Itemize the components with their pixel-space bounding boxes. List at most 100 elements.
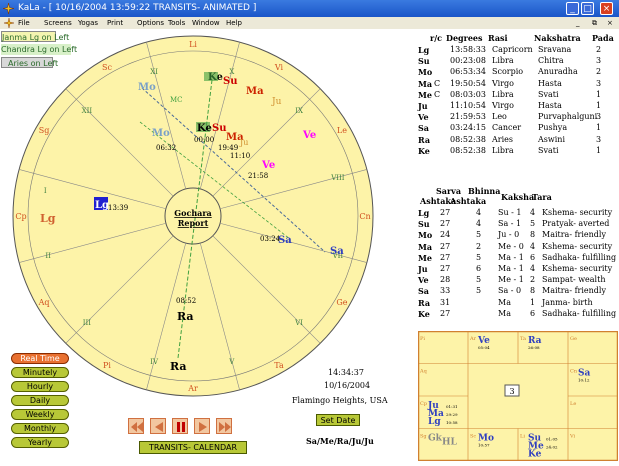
sign-label: Sc: [102, 63, 112, 72]
menu-file[interactable]: File: [18, 17, 30, 29]
ashtaka-cell: 4: [476, 208, 482, 217]
positions-cell: 2: [596, 45, 602, 54]
house-number: VI: [294, 319, 303, 327]
sign-label: Sg: [39, 126, 50, 135]
mdi-restore-button[interactable]: ⧉: [592, 17, 597, 29]
positions-cell: Virgo: [492, 101, 514, 110]
ashtaka-cell: Ma - 1: [498, 252, 524, 262]
natal-ke-highlight: [204, 72, 218, 81]
real-time-button[interactable]: Real Time: [11, 353, 69, 364]
hourly-button[interactable]: Hourly: [11, 381, 69, 392]
mdi-minimize-button[interactable]: _: [576, 17, 580, 29]
close-button[interactable]: ×: [600, 2, 613, 15]
positions-cell: Aswini: [538, 134, 565, 144]
transit-sa-time: 03:24: [260, 235, 281, 243]
positions-cell: 1: [596, 123, 602, 133]
house-number: XII: [82, 107, 93, 115]
ashtaka-subheader: Ashtaka: [450, 196, 487, 206]
house-number: I: [44, 187, 47, 195]
ashtaka-cell: 6: [530, 252, 536, 262]
transit-planet-ke: Ke: [197, 123, 212, 134]
gochara-label[interactable]: Gochara: [174, 208, 211, 218]
minimize-button[interactable]: _: [566, 2, 579, 15]
monthly-button[interactable]: Monthly: [11, 423, 69, 434]
positions-cell: Me: [418, 89, 432, 100]
positions-cell: Mo: [418, 67, 433, 78]
positions-cell: Hasta: [538, 101, 562, 110]
natal-planet-ve: Ve: [302, 130, 316, 141]
pause-button[interactable]: [172, 418, 188, 434]
square-sign-label: Vi: [569, 434, 576, 440]
ashtaka-cell: Ma - 1: [498, 264, 524, 273]
ashtaka-cell: Mo: [418, 230, 433, 241]
house-number: III: [83, 319, 92, 327]
document-icon[interactable]: [4, 18, 14, 28]
square-planet-degree: 10:57: [478, 443, 490, 448]
positions-cell: Scorpio: [492, 67, 524, 77]
positions-cell: 08:03:03: [450, 89, 486, 99]
menu-help[interactable]: Help: [226, 17, 242, 29]
transit-planet-ju: Ju: [239, 138, 248, 147]
ashtaka-cell: 27: [440, 308, 451, 318]
mc-label: MC: [170, 96, 183, 104]
fast-forward-button[interactable]: [216, 418, 232, 434]
positions-cell: Libra: [492, 89, 514, 99]
positions-cell: Hasta: [538, 78, 562, 88]
menu-print[interactable]: Print: [107, 17, 123, 29]
ashtaka-cell: 27: [440, 208, 451, 217]
house-number: IV: [150, 358, 159, 366]
ashtaka-header: Tara: [532, 192, 552, 202]
ashtaka-cell: 2: [476, 241, 482, 251]
positions-cell: Chitra: [538, 56, 564, 66]
transit-planet-mo: Mo: [152, 128, 170, 139]
positions-cell: 03:24:15: [450, 123, 486, 133]
maximize-button[interactable]: □: [581, 2, 594, 15]
natal-planet-ma: Ma: [246, 86, 264, 97]
positions-cell: Virgo: [492, 78, 514, 88]
minutely-button[interactable]: Minutely: [11, 367, 69, 378]
yearly-button[interactable]: Yearly: [11, 437, 69, 448]
current-date: 10/16/2004: [324, 381, 371, 390]
positions-cell: 3: [596, 134, 602, 144]
menu-tools[interactable]: Tools: [168, 17, 185, 29]
square-planet: Ke: [528, 450, 542, 460]
ashtaka-cell: Lg: [418, 208, 430, 218]
positions-cell: 3: [596, 56, 602, 66]
ashtaka-cell: Ma: [498, 297, 511, 307]
weekly-button[interactable]: Weekly: [11, 409, 69, 420]
transits-calendar-button[interactable]: TRANSITS- CALENDAR: [139, 441, 247, 454]
menu-window[interactable]: Window: [192, 17, 220, 29]
mdi-close-button[interactable]: ×: [607, 17, 613, 29]
title-bar: KaLa - [ 10/16/2004 13:59:22 TRANSITS- A…: [0, 0, 619, 17]
ashtaka-cell: Kshema- security: [542, 208, 613, 217]
ashtaka-cell: Maitra- friendly: [542, 230, 607, 240]
rewind-button[interactable]: [128, 418, 144, 434]
sign-label: Ge: [336, 298, 347, 307]
menu-options[interactable]: Options: [137, 17, 164, 29]
transit-ra-time: 08:52: [176, 297, 196, 305]
square-sign-label: Cn: [570, 369, 578, 375]
ashtaka-cell: 28: [440, 275, 451, 285]
menu-yogas[interactable]: Yogas: [78, 17, 98, 29]
transit-ve-time: 21:58: [248, 172, 268, 180]
square-planet-degree: 01:31: [446, 404, 458, 409]
daily-button[interactable]: Daily: [11, 395, 69, 406]
forward-icon: [199, 422, 207, 432]
house-number: V: [228, 358, 235, 366]
menu-bar: File Screens Yogas Print Options Tools W…: [0, 17, 619, 29]
sign-label: Vi: [274, 63, 284, 72]
set-date-button[interactable]: Set Date: [316, 414, 360, 426]
ashtaka-cell: 24: [440, 230, 451, 240]
transit-ma-time: 19:49: [218, 144, 238, 152]
report-label[interactable]: Report: [178, 218, 209, 228]
positions-cell: 3: [596, 112, 602, 122]
square-planet-degree: 05:04: [478, 345, 490, 350]
ashtaka-cell: 6: [476, 264, 482, 273]
positions-cell: 08:52:38: [450, 145, 486, 155]
square-planet-degree: 29:29: [446, 412, 458, 417]
ashtaka-cell: Me: [418, 252, 432, 263]
menu-screens[interactable]: Screens: [44, 17, 72, 29]
step-back-button[interactable]: [150, 418, 166, 434]
step-forward-button[interactable]: [194, 418, 210, 434]
ashtaka-cell: Sa - 1: [498, 219, 522, 229]
